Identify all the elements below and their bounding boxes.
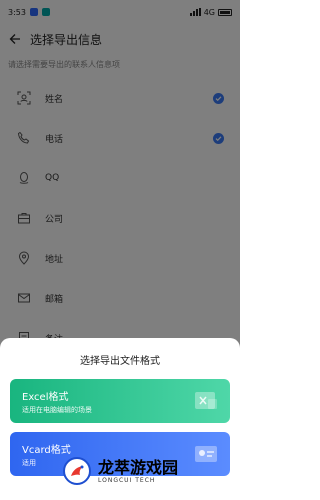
watermark-name: 龙萃游戏园 [98,457,179,477]
option-subtitle: 适用 [22,459,36,467]
option-title: Excel格式 [22,392,69,403]
watermark-subtitle: LONGCUI TECH [98,476,156,484]
site-watermark: 龙萃游戏园 LONGCUI TECH [62,449,240,493]
spreadsheet-icon [195,392,217,409]
option-subtitle: 适用在电脑编辑的场景 [22,406,92,414]
watermark-text: 龙萃游戏园 LONGCUI TECH [98,457,179,484]
sheet-title: 选择导出文件格式 [80,356,160,367]
dragon-logo-icon [63,457,91,485]
excel-format-option[interactable]: Excel格式 适用在电脑编辑的场景 [10,379,230,423]
